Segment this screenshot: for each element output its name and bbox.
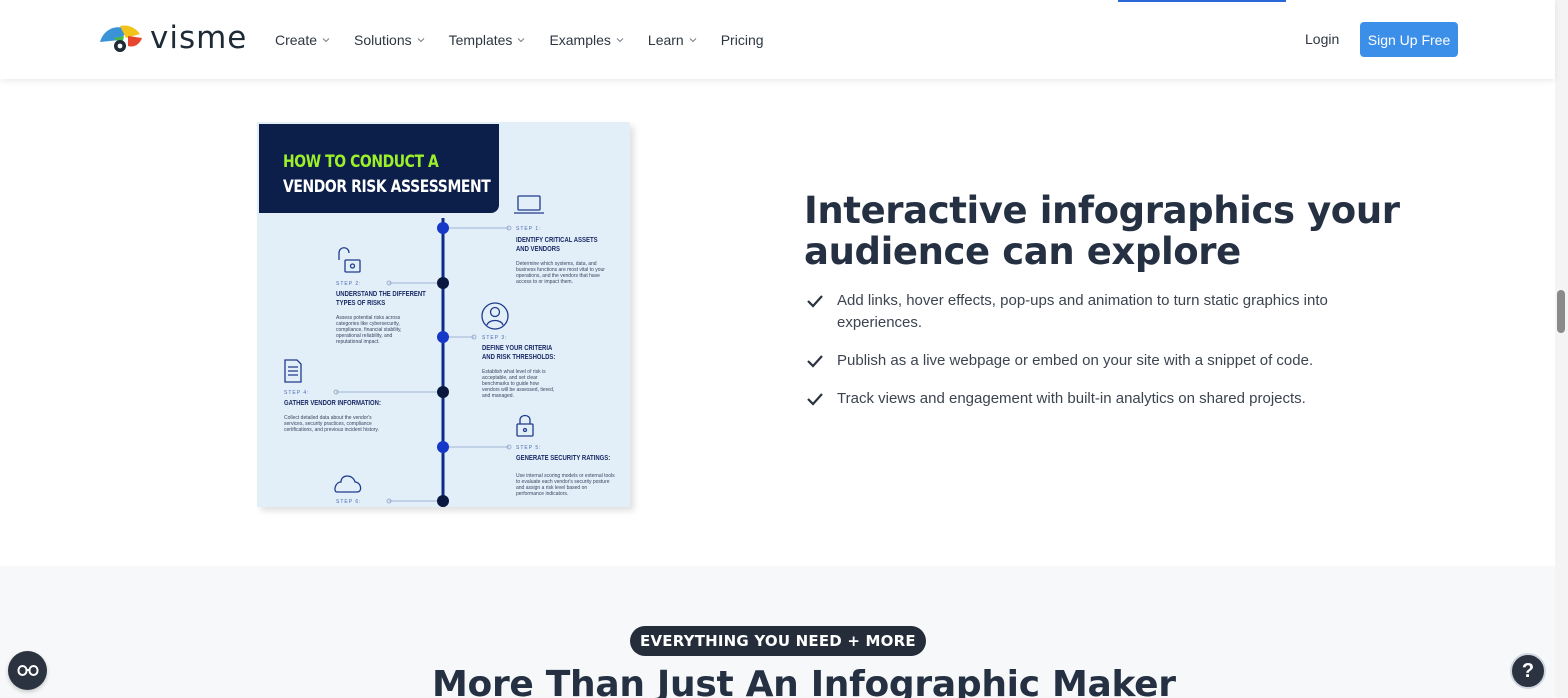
step-6-label: STEP 6: [336, 499, 362, 505]
checkmark-icon [807, 295, 823, 308]
signup-button[interactable]: Sign Up Free [1360, 22, 1458, 57]
step-1-label: STEP 1: [516, 226, 542, 232]
nav-templates[interactable]: Templates [449, 30, 526, 50]
step-2-heading-2: TYPES OF RISKS [336, 300, 386, 307]
step-5-body: Use internal scoring models or external … [516, 473, 615, 497]
nav-learn[interactable]: Learn [648, 30, 697, 50]
nav-solutions-label: Solutions [354, 32, 412, 48]
step-5-label: STEP 5: [516, 445, 542, 451]
nav-create[interactable]: Create [275, 30, 330, 50]
nav-templates-label: Templates [448, 32, 513, 48]
chevron-down-icon [616, 38, 624, 43]
step-2-label: STEP 2: [336, 281, 362, 287]
step-4-heading-1: GATHER VENDOR INFORMATION: [284, 400, 381, 407]
step-2-body: Assess potential risks across categories… [336, 315, 402, 345]
visme-logo[interactable]: visme [98, 22, 247, 54]
infographic-preview[interactable]: HOW TO CONDUCT A VENDOR RISK ASSESSMENT … [257, 122, 630, 507]
feature-headline-line2: audience can explore [804, 230, 1241, 273]
list-item: Add links, hover effects, pop-ups and an… [806, 290, 1346, 334]
logo-mark-icon [100, 25, 142, 52]
nav-pricing-label: Pricing [720, 32, 764, 48]
scrollbar-thumb[interactable] [1557, 290, 1565, 333]
help-button[interactable]: ? [1510, 653, 1546, 689]
document-icon [284, 359, 302, 383]
feature-bullet-list: Add links, hover effects, pop-ups and an… [806, 290, 1346, 426]
accessibility-button[interactable] [8, 651, 47, 690]
step-4-body: Collect detailed data about the vendor's… [284, 415, 379, 433]
logo-wordmark: visme [150, 19, 248, 56]
glasses-icon [17, 664, 38, 676]
chevron-down-icon [322, 38, 330, 43]
nav-solutions[interactable]: Solutions [354, 30, 425, 50]
step-4-label: STEP 4: [284, 390, 310, 396]
nav-create-label: Create [275, 32, 318, 48]
scrollbar-track[interactable] [1555, 0, 1568, 698]
checkmark-icon [807, 393, 823, 406]
step-5-heading-1: GENERATE SECURITY RATINGS: [516, 455, 611, 462]
chevron-down-icon [417, 38, 425, 43]
infographic-title-box: HOW TO CONDUCT A VENDOR RISK ASSESSMENT [259, 124, 499, 213]
partial-element-above [1118, 0, 1286, 2]
user-icon [481, 302, 509, 330]
laptop-icon [514, 195, 544, 214]
lock-icon [516, 414, 534, 437]
step-3-body: Establish what level of risk is acceptab… [482, 369, 555, 399]
nav-examples-label: Examples [549, 32, 611, 48]
chevron-down-icon [518, 38, 525, 43]
checkmark-icon [807, 355, 823, 368]
step-1-heading-1: IDENTIFY CRITICAL ASSETS [516, 237, 598, 244]
chevron-down-icon [689, 38, 697, 43]
step-3-heading-2: AND RISK THRESHOLDS: [482, 354, 556, 361]
step-1-body: Determine which systems, data, and busin… [516, 261, 605, 285]
step-2-heading-1: UNDERSTAND THE DIFFERENT [336, 291, 426, 298]
unlock-icon [338, 247, 361, 273]
step-3-heading-1: DEFINE YOUR CRITERIA [482, 345, 553, 352]
feature-headline: Interactive infographics your audience c… [804, 190, 1404, 272]
nav-examples[interactable]: Examples [549, 30, 624, 50]
step-1-heading-2: AND VENDORS [516, 246, 560, 253]
main-nav: Create Solutions Templates Examples Lear… [275, 30, 788, 50]
list-item: Publish as a live webpage or embed on yo… [806, 350, 1346, 372]
page: visme Create Solutions Templates Example… [0, 0, 1568, 698]
step-3-label: STEP 3: [482, 335, 508, 341]
feature-headline-line1: Interactive infographics your [804, 189, 1400, 232]
feature-bullet-text: Publish as a live webpage or embed on yo… [837, 352, 1314, 369]
feature-bullet-text: Add links, hover effects, pop-ups and an… [837, 292, 1328, 331]
login-link[interactable]: Login [1305, 31, 1339, 47]
list-item: Track views and engagement with built-in… [806, 388, 1346, 410]
cloud-icon [334, 475, 362, 493]
site-header: visme Create Solutions Templates Example… [0, 0, 1555, 79]
nav-pricing[interactable]: Pricing [721, 30, 764, 50]
feature-bullet-text: Track views and engagement with built-in… [837, 390, 1306, 407]
nav-learn-label: Learn [647, 32, 684, 48]
section-title: More Than Just An Infographic Maker [432, 664, 1176, 698]
infographic-title-line2: VENDOR RISK ASSESSMENT [283, 177, 491, 197]
infographic-title-line1: HOW TO CONDUCT A [283, 152, 439, 172]
section-badge: EVERYTHING YOU NEED + MORE [630, 626, 926, 656]
